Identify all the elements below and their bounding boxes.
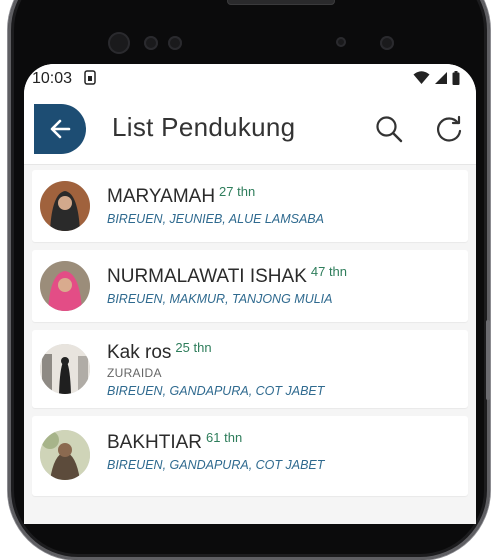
back-arrow-icon bbox=[50, 119, 71, 139]
supporter-age: 25 thn bbox=[175, 340, 212, 355]
supporter-name-row: BAKHTIAR 61 thn bbox=[107, 430, 242, 454]
sim-card-icon bbox=[84, 70, 96, 88]
status-icons bbox=[413, 71, 460, 85]
front-camera bbox=[108, 32, 130, 54]
supporter-name: Kak ros bbox=[107, 342, 172, 363]
avatar bbox=[40, 181, 90, 231]
avatar bbox=[40, 344, 90, 394]
list-item[interactable]: NURMALAWATI ISHAK 47 thn BIREUEN, MAKMUR,… bbox=[32, 250, 468, 322]
avatar bbox=[40, 261, 90, 311]
earpiece-speaker bbox=[227, 0, 335, 5]
avatar bbox=[40, 430, 90, 480]
search-button[interactable] bbox=[374, 114, 404, 144]
battery-icon bbox=[452, 71, 460, 85]
supporter-list: MARYAMAH 27 thn BIREUEN, JEUNIEB, ALUE LA… bbox=[24, 170, 476, 504]
status-time: 10:03 bbox=[32, 70, 73, 87]
supporter-name-row: MARYAMAH 27 thn bbox=[107, 184, 255, 208]
supporter-location: BIREUEN, GANDAPURA, COT JABET bbox=[107, 458, 325, 472]
list-item[interactable]: MARYAMAH 27 thn BIREUEN, JEUNIEB, ALUE LA… bbox=[32, 170, 468, 242]
supporter-name: MARYAMAH bbox=[107, 186, 216, 207]
supporter-name-row: Kak ros 25 thn bbox=[107, 340, 212, 364]
sensor bbox=[168, 36, 182, 50]
supporter-alias: ZURAIDA bbox=[107, 366, 162, 380]
sensor bbox=[336, 37, 346, 47]
supporter-name-row: NURMALAWATI ISHAK 47 thn bbox=[107, 264, 347, 288]
supporter-age: 47 thn bbox=[310, 264, 348, 279]
refresh-button[interactable] bbox=[434, 114, 464, 144]
supporter-location: BIREUEN, GANDAPURA, COT JABET bbox=[107, 384, 325, 398]
supporter-name: NURMALAWATI ISHAK bbox=[107, 266, 307, 287]
list-item[interactable]: BAKHTIAR 61 thn BIREUEN, GANDAPURA, COT J… bbox=[32, 416, 468, 496]
side-button bbox=[486, 320, 490, 400]
status-bar: 10:03 bbox=[24, 64, 476, 94]
app-bar: List Pendukung bbox=[24, 94, 476, 165]
refresh-icon bbox=[437, 115, 462, 142]
back-button[interactable] bbox=[34, 104, 86, 154]
wifi-icon bbox=[413, 71, 430, 84]
search-icon bbox=[376, 116, 403, 143]
supporter-location: BIREUEN, JEUNIEB, ALUE LAMSABA bbox=[107, 212, 324, 226]
app-screen: 10:03 List Pendukung MARYAMAH 27 thn BIR… bbox=[24, 64, 476, 524]
list-item[interactable]: Kak ros 25 thn ZURAIDA BIREUEN, GANDAPURA… bbox=[32, 330, 468, 408]
signal-icon bbox=[435, 72, 447, 84]
sensor bbox=[380, 36, 394, 50]
supporter-name: BAKHTIAR bbox=[107, 432, 203, 453]
supporter-location: BIREUEN, MAKMUR, TANJONG MULIA bbox=[107, 292, 333, 306]
page-title: List Pendukung bbox=[112, 112, 296, 142]
sensor bbox=[144, 36, 158, 50]
supporter-age: 61 thn bbox=[206, 430, 243, 445]
supporter-age: 27 thn bbox=[219, 184, 256, 199]
